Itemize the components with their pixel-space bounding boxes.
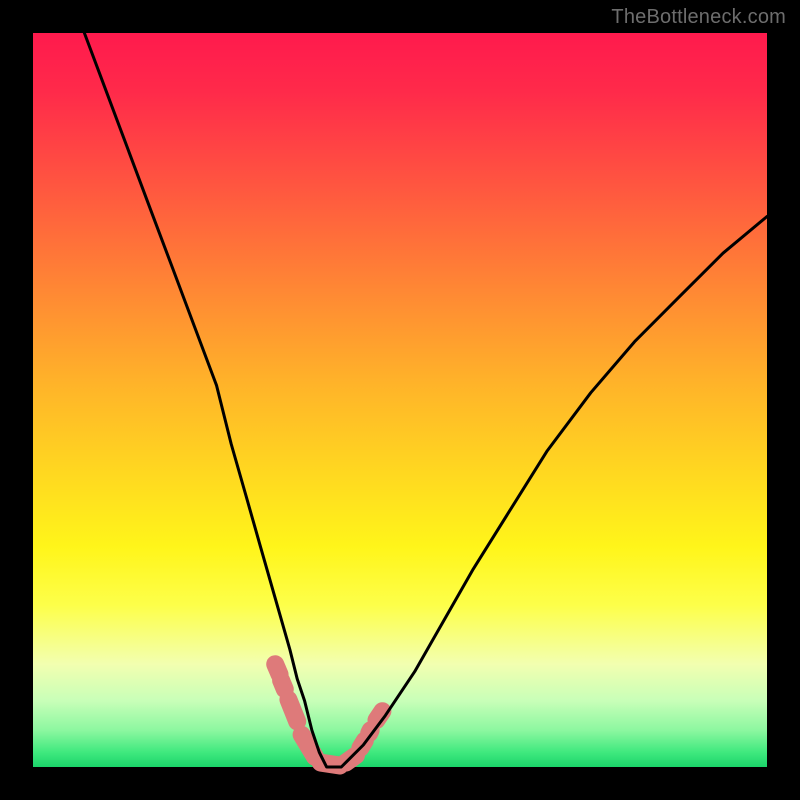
marker-bead [302,735,315,757]
watermark-text: TheBottleneck.com [611,6,786,29]
chart-svg [33,33,767,767]
marker-bead [281,680,285,689]
chart-frame: TheBottleneck.com [0,0,800,800]
marker-layer [275,664,382,765]
curve-path [84,33,767,767]
chart-plot-area [33,33,767,767]
marker-bead [369,730,370,733]
marker-bead [288,700,297,722]
